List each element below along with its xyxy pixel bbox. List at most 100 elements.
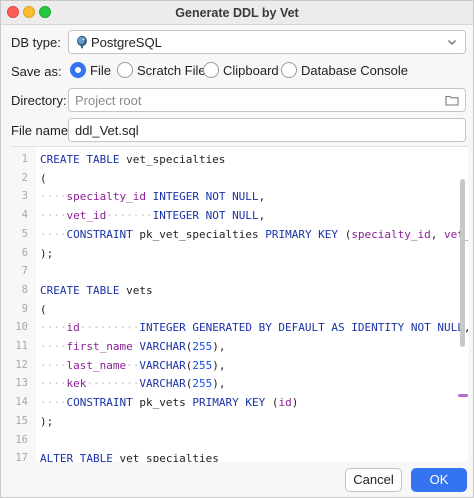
radio-database-console[interactable] xyxy=(281,62,297,78)
code-token: INTEGER NOT NULL xyxy=(152,209,259,223)
postgresql-elephant-icon xyxy=(77,35,87,49)
code-text: ····kek········VARCHAR(255), xyxy=(40,377,225,390)
code-token: ( xyxy=(40,302,47,316)
radio-file[interactable] xyxy=(70,62,86,78)
line-number: 13 xyxy=(15,377,28,390)
line-number: 17 xyxy=(15,452,28,462)
code-line: 17 ALTER TABLE vet_specialties xyxy=(10,450,458,462)
directory-label: Directory: xyxy=(11,93,67,108)
radio-clipboard[interactable] xyxy=(203,62,219,78)
code-line: 2( xyxy=(10,170,458,189)
code-token: , xyxy=(258,190,266,204)
scrollbar-marker xyxy=(458,394,468,397)
code-text: CREATE TABLE vet_specialties xyxy=(40,153,225,166)
folder-icon[interactable] xyxy=(445,94,459,106)
code-token: ···· xyxy=(40,358,67,372)
code-token: first_name xyxy=(66,340,140,353)
line-number: 8 xyxy=(21,283,28,296)
line-number: 1 xyxy=(21,153,28,165)
vertical-scrollbar[interactable] xyxy=(460,179,465,347)
radio-file-label[interactable]: File xyxy=(90,63,111,78)
code-text: ALTER TABLE vet_specialties xyxy=(40,452,219,462)
line-number: 4 xyxy=(21,209,28,222)
code-token: VARCHAR xyxy=(139,377,186,391)
code-token: ) xyxy=(291,396,299,410)
code-token: ); xyxy=(40,414,54,428)
code-token: ···· xyxy=(40,227,67,241)
db-type-select[interactable]: PostgreSQL xyxy=(68,30,466,54)
line-number: 14 xyxy=(15,396,28,409)
code-line: 1 CREATE TABLE vet_specialties xyxy=(10,151,458,170)
code-text: ····specialty_id INTEGER NOT NULL, xyxy=(40,190,265,203)
code-text: ····CONSTRAINT pk_vet_specialties PRIMAR… xyxy=(40,228,468,241)
line-number: 3 xyxy=(21,190,28,203)
line-number: 6 xyxy=(21,246,28,259)
code-line: 14 ····CONSTRAINT pk_vets PRIMARY KEY (id… xyxy=(10,394,458,413)
ddl-preview-editor[interactable]: 1 CREATE TABLE vet_specialties 2(3 ····spec… xyxy=(10,146,468,462)
generate-ddl-dialog: Generate DDL by Vet DB type: PostgreSQL … xyxy=(0,0,474,498)
ok-button[interactable]: OK xyxy=(411,468,467,492)
code-token: VARCHAR xyxy=(139,340,186,353)
code-text: ····last_name··VARCHAR(255), xyxy=(40,359,225,372)
file-name-input[interactable] xyxy=(75,122,435,138)
code-token: 255 xyxy=(192,358,213,372)
code-token: vet_specialties xyxy=(126,153,226,166)
code-token: last_name xyxy=(66,358,127,372)
db-type-label: DB type: xyxy=(11,35,61,50)
code-line: 10 ····id·········INTEGER GENERATED BY DE… xyxy=(10,319,468,338)
code-line: 4 ····vet_id·······INTEGER NOT NULL, xyxy=(10,207,458,226)
code-text: ); xyxy=(40,415,53,428)
radio-scratch-file-label[interactable]: Scratch File xyxy=(137,63,206,78)
line-number: 15 xyxy=(15,414,28,427)
title-bar[interactable]: Generate DDL by Vet xyxy=(1,1,473,25)
code-token: , xyxy=(258,209,266,223)
chevron-down-icon xyxy=(448,40,456,45)
code-token: PRIMARY KEY xyxy=(265,227,345,241)
radio-clipboard-label[interactable]: Clipboard xyxy=(223,63,279,78)
code-text: ( xyxy=(40,172,47,185)
code-token: ALTER TABLE xyxy=(40,452,120,462)
radio-scratch-file[interactable] xyxy=(117,62,133,78)
code-token: CREATE TABLE xyxy=(40,153,127,166)
code-line: 15); xyxy=(10,413,458,432)
code-text: ); xyxy=(40,247,53,260)
window-title: Generate DDL by Vet xyxy=(175,6,299,20)
directory-field[interactable] xyxy=(68,88,466,112)
code-text: ( xyxy=(40,303,47,316)
code-token: 255 xyxy=(192,340,213,353)
code-line: 11 ····first_name VARCHAR(255), xyxy=(10,338,458,357)
code-token: ···· xyxy=(40,190,67,204)
code-line: 13 ····kek········VARCHAR(255), xyxy=(10,375,458,394)
save-as-label: Save as: xyxy=(11,64,62,79)
code-token: ···· xyxy=(40,321,67,335)
code-token: id xyxy=(66,321,80,335)
cancel-button[interactable]: Cancel xyxy=(345,468,402,492)
code-token: kek xyxy=(66,377,87,391)
code-token: ···· xyxy=(40,209,67,223)
code-token: INTEGER NOT NULL xyxy=(152,190,259,204)
code-line: 6); xyxy=(10,245,458,264)
radio-database-console-label[interactable]: Database Console xyxy=(301,63,408,78)
code-token: vet_specialties xyxy=(119,452,219,462)
line-number: 2 xyxy=(21,171,28,184)
code-token: PRIMARY KEY xyxy=(192,396,272,410)
file-name-field[interactable] xyxy=(68,118,466,142)
code-line: 5 ····CONSTRAINT pk_vet_specialties PRIMA… xyxy=(10,226,468,245)
code-token: ), xyxy=(212,358,226,372)
code-text: ····id·········INTEGER GENERATED BY DEFA… xyxy=(40,321,468,334)
code-text: ····vet_id·······INTEGER NOT NULL, xyxy=(40,209,265,222)
line-number: 5 xyxy=(21,227,28,240)
code-token: INTEGER GENERATED BY DEFAULT AS IDENTITY… xyxy=(139,321,464,335)
line-number: 12 xyxy=(15,358,28,371)
line-number: 7 xyxy=(21,265,28,278)
db-type-value: PostgreSQL xyxy=(91,35,162,50)
code-text: ····first_name VARCHAR(255), xyxy=(40,340,225,353)
code-token: id xyxy=(278,396,292,410)
code-token: ········· xyxy=(79,321,140,335)
code-token: ········ xyxy=(86,377,140,391)
code-token: specialty_id xyxy=(351,227,431,241)
directory-input[interactable] xyxy=(75,92,435,108)
code-token: ·· xyxy=(126,358,140,372)
code-line: 12 ····last_name··VARCHAR(255), xyxy=(10,357,458,376)
code-line: 3 ····specialty_id INTEGER NOT NULL, xyxy=(10,188,458,207)
